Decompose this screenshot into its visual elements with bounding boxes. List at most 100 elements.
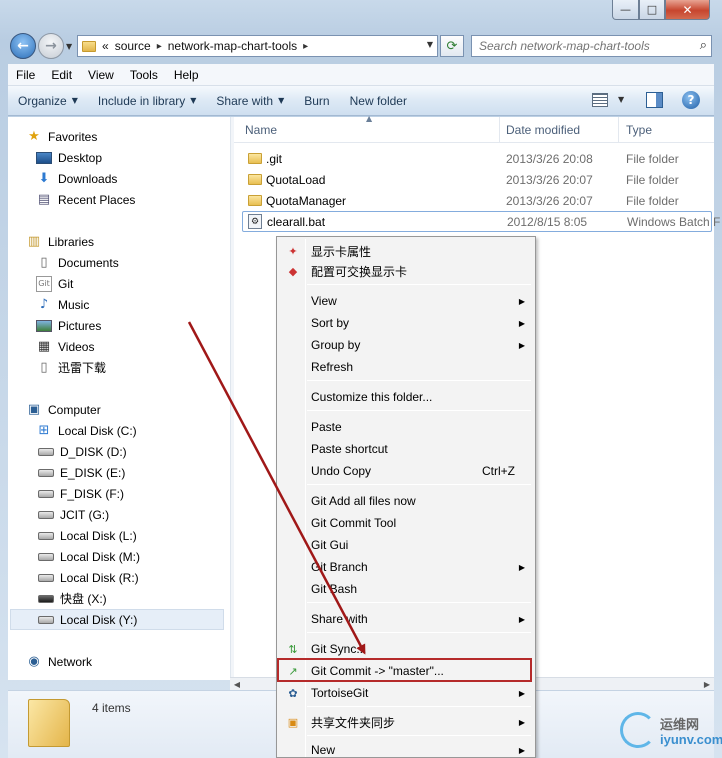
breadcrumb-overflow[interactable]: « <box>102 39 109 53</box>
nav-libraries[interactable]: ▥ Libraries <box>26 231 94 252</box>
file-row-git[interactable]: .git 2013/3/26 20:08 File folder <box>242 148 712 169</box>
menu-tools[interactable]: Tools <box>122 68 166 82</box>
menu-item-paste-shortcut[interactable]: Paste shortcut <box>279 438 533 460</box>
back-arrow-icon[interactable]: ← <box>10 33 36 59</box>
menu-item-refresh[interactable]: Refresh <box>279 356 533 378</box>
nav-drive-g[interactable]: JCIT (G:) <box>38 504 109 525</box>
organize-button[interactable]: Organize ▼ <box>8 94 88 108</box>
sort-up-icon: ▲ <box>366 114 373 123</box>
menu-item-git-commit-tool[interactable]: Git Commit Tool <box>279 512 533 534</box>
file-date: 2013/3/26 20:07 <box>506 193 593 208</box>
forward-arrow-icon[interactable]: → <box>38 33 64 59</box>
search-icon[interactable]: ⌕ <box>700 38 707 53</box>
drive-icon <box>38 468 54 477</box>
menu-item-undo-copy[interactable]: Undo Copy Ctrl+Z <box>279 460 533 482</box>
column-name[interactable]: Name <box>245 123 277 137</box>
menu-label: Git Branch <box>311 560 368 574</box>
file-row-quotaload[interactable]: QuotaLoad 2013/3/26 20:07 File folder <box>242 169 712 190</box>
breadcrumb-current[interactable]: network-map-chart-tools <box>168 39 297 53</box>
breadcrumb-source[interactable]: source <box>115 39 151 53</box>
maximize-button[interactable]: □ <box>639 0 665 20</box>
file-name: clearall.bat <box>267 214 326 229</box>
star-icon: ★ <box>28 129 40 144</box>
menu-item-git-bash[interactable]: Git Bash <box>279 578 533 600</box>
nav-drive-e[interactable]: E_DISK (E:) <box>38 462 125 483</box>
file-type: Windows Batch F <box>627 214 721 229</box>
menu-item-new[interactable]: New ▶ <box>279 739 533 758</box>
nav-recent-places[interactable]: ▤ Recent Places <box>36 189 136 210</box>
preview-pane-icon[interactable] <box>646 92 663 108</box>
nav-drive-x[interactable]: 快盘 (X:) <box>38 588 107 609</box>
close-button[interactable]: ✕ <box>665 0 710 20</box>
search-input[interactable] <box>472 36 682 56</box>
menu-view[interactable]: View <box>80 68 122 82</box>
nav-label: Documents <box>58 255 119 270</box>
column-divider[interactable] <box>618 117 619 143</box>
menu-item-share-with[interactable]: Share with ▶ <box>279 608 533 630</box>
drive-icon <box>38 489 54 498</box>
file-row-clearall[interactable]: ⚙ clearall.bat 2012/8/15 8:05 Windows Ba… <box>242 211 720 232</box>
view-dropdown-icon[interactable]: ▼ <box>618 95 624 104</box>
column-date-modified[interactable]: Date modified <box>506 123 580 137</box>
menu-label: Git Commit Tool <box>311 516 397 530</box>
menu-item-switchable-graphics[interactable]: ◆ 配置可交换显示卡 <box>279 260 533 282</box>
menu-item-paste[interactable]: Paste <box>279 416 533 438</box>
address-bar[interactable]: « source ▸ network-map-chart-tools ▸ ▼ <box>77 35 438 57</box>
burn-button[interactable]: Burn <box>294 94 339 108</box>
column-divider[interactable] <box>499 117 500 143</box>
file-name: QuotaLoad <box>266 172 326 187</box>
history-dropdown-icon[interactable]: ▼ <box>66 42 72 51</box>
nav-drive-y[interactable]: Local Disk (Y:) <box>10 609 224 630</box>
share-with-button[interactable]: Share with ▼ <box>206 94 294 108</box>
nav-videos[interactable]: ▦ Videos <box>36 336 95 357</box>
nav-desktop[interactable]: Desktop <box>36 147 102 168</box>
menu-item-git-gui[interactable]: Git Gui <box>279 534 533 556</box>
new-folder-button[interactable]: New folder <box>340 94 417 108</box>
nav-git[interactable]: Git Git <box>36 273 73 294</box>
search-box[interactable]: ⌕ <box>471 35 712 57</box>
menu-item-display-properties[interactable]: ✦ 显示卡属性 <box>279 240 533 262</box>
menu-file[interactable]: File <box>8 68 43 82</box>
address-dropdown-icon[interactable]: ▼ <box>427 40 433 49</box>
nav-favorites[interactable]: ★ Favorites <box>26 126 97 147</box>
menu-edit[interactable]: Edit <box>43 68 80 82</box>
menu-item-git-branch[interactable]: Git Branch ▶ <box>279 556 533 578</box>
nav-drive-c[interactable]: ⊞ Local Disk (C:) <box>36 420 137 441</box>
menu-item-group-by[interactable]: Group by ▶ <box>279 334 533 356</box>
menu-item-tortoisegit[interactable]: ✿ TortoiseGit ▶ <box>279 682 533 704</box>
menu-help[interactable]: Help <box>166 68 207 82</box>
nav-downloads[interactable]: ⬇ Downloads <box>36 168 118 189</box>
watermark-domain: iyunv.com <box>660 732 722 747</box>
nav-music[interactable]: ♪ Music <box>36 294 90 315</box>
help-icon[interactable]: ? <box>682 91 700 109</box>
menu-item-git-sync[interactable]: ⇅ Git Sync... <box>279 638 533 660</box>
nav-documents[interactable]: ▯ Documents <box>36 252 119 273</box>
nav-label: Local Disk (R:) <box>60 570 139 585</box>
menu-item-view[interactable]: View ▶ <box>279 290 533 312</box>
nav-computer[interactable]: ▣ Computer <box>26 399 101 420</box>
nav-xunlei[interactable]: ▯ 迅雷下载 <box>36 357 106 378</box>
chevron-right-icon[interactable]: ▸ <box>303 41 308 52</box>
nav-label: Libraries <box>48 234 95 249</box>
file-row-quotamanager[interactable]: QuotaManager 2013/3/26 20:07 File folder <box>242 190 712 211</box>
nav-drive-m[interactable]: Local Disk (M:) <box>38 546 140 567</box>
nav-drive-f[interactable]: F_DISK (F:) <box>38 483 124 504</box>
nav-drive-r[interactable]: Local Disk (R:) <box>38 567 139 588</box>
nav-pictures[interactable]: Pictures <box>36 315 101 336</box>
nav-drive-d[interactable]: D_DISK (D:) <box>38 441 127 462</box>
file-type: File folder <box>626 172 679 187</box>
nav-network[interactable]: ◉ Network <box>26 651 92 672</box>
menu-item-customize-folder[interactable]: Customize this folder... <box>279 386 533 408</box>
menu-item-git-add-all[interactable]: Git Add all files now <box>279 490 533 512</box>
drive-icon <box>38 510 54 519</box>
documents-icon: ▯ <box>40 255 48 270</box>
minimize-button[interactable]: — <box>612 0 639 20</box>
change-view-icon[interactable] <box>592 93 608 107</box>
column-type[interactable]: Type <box>626 123 652 137</box>
include-in-library-button[interactable]: Include in library ▼ <box>88 94 207 108</box>
refresh-icon[interactable]: ⟳ <box>440 35 464 57</box>
menu-item-sort-by[interactable]: Sort by ▶ <box>279 312 533 334</box>
menu-item-shared-folder-sync[interactable]: ▣ 共享文件夹同步 ▶ <box>279 711 533 733</box>
nav-drive-l[interactable]: Local Disk (L:) <box>38 525 137 546</box>
chevron-right-icon[interactable]: ▸ <box>157 41 162 52</box>
